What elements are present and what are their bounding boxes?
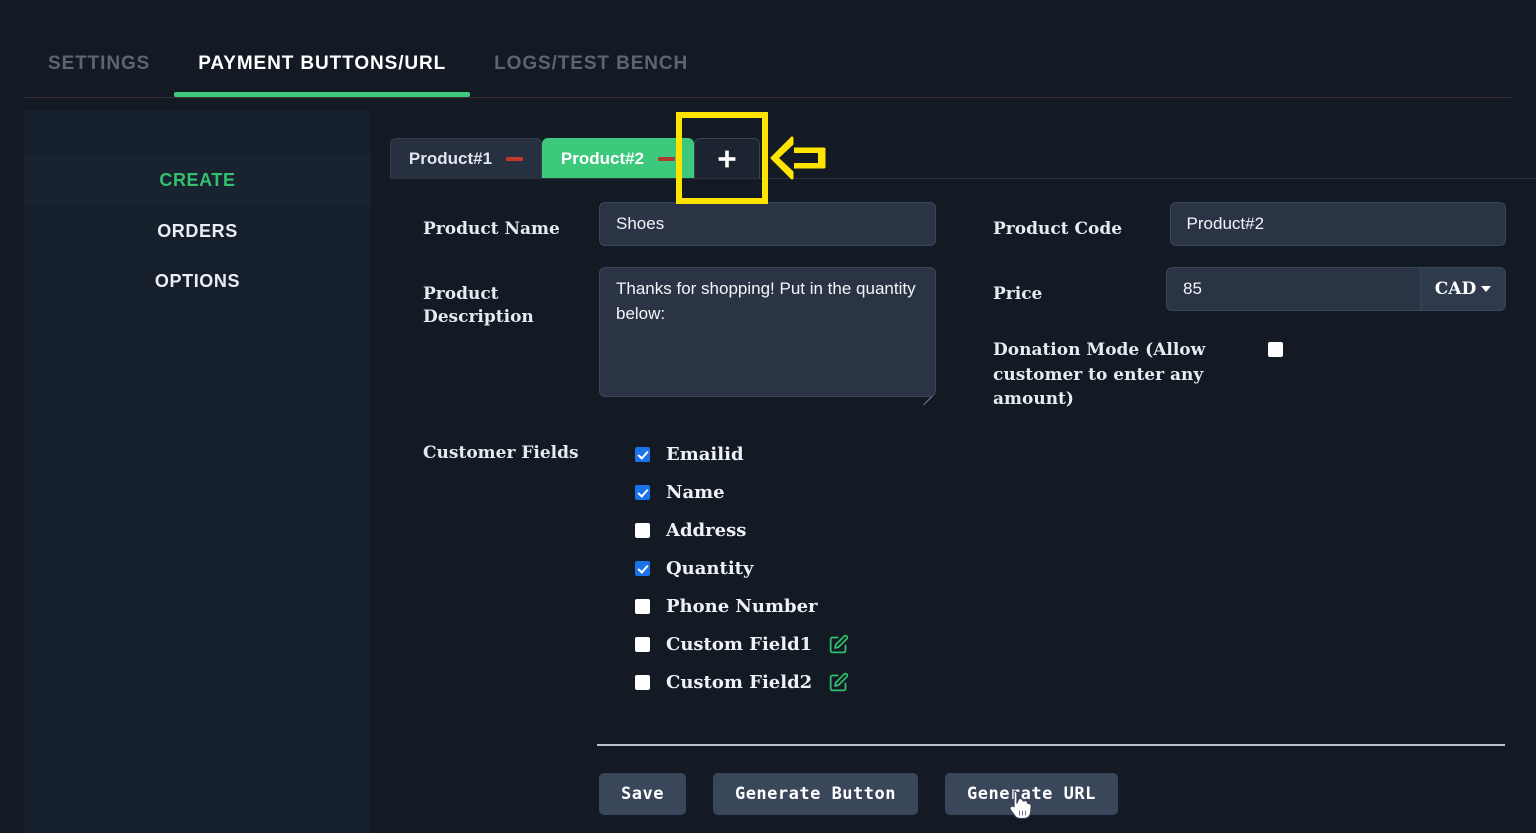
action-buttons: Save Generate Button Generate URL xyxy=(599,773,1118,815)
product-tabs: Product#1 Product#2 xyxy=(390,138,760,178)
customer-field-quantity: Quantity xyxy=(635,550,849,588)
checkbox-label[interactable]: Quantity xyxy=(666,558,753,579)
remove-product-icon[interactable] xyxy=(658,156,676,161)
donation-mode-group: Donation Mode (Allow customer to enter a… xyxy=(993,338,1506,412)
product-description-label-text: Product Description xyxy=(423,284,534,327)
product-name-group: Product Name xyxy=(371,202,946,246)
checkbox-label[interactable]: Emailid xyxy=(666,444,744,465)
checkbox-emailid[interactable] xyxy=(635,447,650,463)
form-row-description-price: Product Description Price xyxy=(371,267,1536,412)
product-tab-label: Product#1 xyxy=(408,148,493,168)
edit-pencil-icon[interactable] xyxy=(828,634,849,655)
sidebar-item-label: OPTIONS xyxy=(154,270,241,291)
checkbox-phone-number[interactable] xyxy=(635,599,650,615)
tab-settings[interactable]: SETTINGS xyxy=(24,45,174,97)
generate-button-button[interactable]: Generate Button xyxy=(712,773,918,815)
add-product-tab-button[interactable] xyxy=(694,138,760,178)
customer-fields-label-text: Customer Fields xyxy=(423,442,579,463)
price-and-donation-column: Price CAD Donation Mode (Allow customer … xyxy=(946,267,1506,412)
top-tabs: SETTINGS PAYMENT BUTTONS/URL LOGS/TEST B… xyxy=(24,45,712,97)
checkbox-label[interactable]: Name xyxy=(666,482,725,503)
checkbox-label[interactable]: Custom Field2 xyxy=(666,672,812,693)
product-tab-1[interactable]: Product#1 xyxy=(390,138,542,178)
customer-field-custom-field2: Custom Field2 xyxy=(635,664,849,702)
remove-product-icon[interactable] xyxy=(506,156,524,161)
save-button[interactable]: Save xyxy=(599,773,686,815)
checkbox-name[interactable] xyxy=(635,485,650,501)
product-code-group: Product Code xyxy=(946,202,1506,246)
checkbox-label[interactable]: Phone Number xyxy=(666,596,818,617)
customer-field-emailid: Emailid xyxy=(635,436,849,474)
product-code-label: Product Code xyxy=(993,219,1123,239)
customer-field-name: Name xyxy=(635,474,849,512)
product-name-input[interactable] xyxy=(599,202,936,246)
checkbox-label[interactable]: Custom Field1 xyxy=(666,634,812,655)
price-label: Price xyxy=(993,284,1043,304)
app-root: SETTINGS PAYMENT BUTTONS/URL LOGS/TEST B… xyxy=(0,0,1536,833)
tab-payment-buttons-url[interactable]: PAYMENT BUTTONS/URL xyxy=(174,45,471,97)
sidebar-item-create[interactable]: CREATE xyxy=(24,155,371,205)
generate-url-button[interactable]: Generate URL xyxy=(944,773,1118,815)
product-description-wrap xyxy=(599,267,936,406)
price-field: CAD xyxy=(1166,267,1506,311)
top-bar-divider xyxy=(24,97,1512,98)
donation-mode-checkbox[interactable] xyxy=(1268,342,1283,357)
customer-fields-list: Emailid Name Address Quantity Phone Numb… xyxy=(635,436,849,702)
product-description-label: Product Description xyxy=(423,267,599,402)
product-description-textarea[interactable] xyxy=(599,267,936,397)
product-form: Product Name Product Code Product Descri… xyxy=(371,202,1536,702)
checkbox-address[interactable] xyxy=(635,523,650,539)
customer-field-custom-field1: Custom Field1 xyxy=(635,626,849,664)
sidebar-item-label: CREATE xyxy=(159,169,236,190)
sidebar: CREATE ORDERS OPTIONS xyxy=(24,110,371,833)
top-tab-bar: SETTINGS PAYMENT BUTTONS/URL LOGS/TEST B… xyxy=(0,0,1536,100)
customer-fields-group: Customer Fields Emailid Name Address Qua… xyxy=(371,442,849,702)
tab-logs-test-bench[interactable]: LOGS/TEST BENCH xyxy=(470,45,712,97)
actions-divider xyxy=(597,744,1505,746)
sidebar-item-orders[interactable]: ORDERS xyxy=(24,206,371,256)
sidebar-item-label: ORDERS xyxy=(157,220,238,241)
plus-icon xyxy=(718,150,736,167)
checkbox-custom-field1[interactable] xyxy=(635,637,650,653)
checkbox-custom-field2[interactable] xyxy=(635,675,650,691)
currency-dropdown[interactable]: CAD xyxy=(1420,267,1506,311)
checkbox-quantity[interactable] xyxy=(635,561,650,577)
edit-pencil-icon[interactable] xyxy=(828,672,849,693)
product-tab-2[interactable]: Product#2 xyxy=(542,138,694,178)
currency-label: CAD xyxy=(1434,279,1477,299)
customer-fields-label: Customer Fields xyxy=(423,442,635,465)
form-row-customer-fields: Customer Fields Emailid Name Address Qua… xyxy=(371,442,1536,702)
donation-mode-label: Donation Mode (Allow customer to enter a… xyxy=(993,340,1206,410)
chevron-down-icon xyxy=(1481,286,1492,292)
price-group: Price CAD xyxy=(993,267,1506,311)
form-row-name-code: Product Name Product Code xyxy=(371,202,1536,246)
product-description-group: Product Description xyxy=(371,267,946,406)
checkbox-label[interactable]: Address xyxy=(666,520,746,541)
customer-field-phone-number: Phone Number xyxy=(635,588,849,626)
product-code-input[interactable] xyxy=(1169,202,1506,246)
price-input[interactable] xyxy=(1166,267,1420,311)
product-tab-label: Product#2 xyxy=(560,148,645,168)
product-name-label: Product Name xyxy=(423,219,560,239)
customer-field-address: Address xyxy=(635,512,849,550)
main-panel: Product#1 Product#2 Product Name Shoes P… xyxy=(371,110,1536,833)
sidebar-item-options[interactable]: OPTIONS xyxy=(24,256,371,306)
product-tabs-divider xyxy=(390,178,1536,179)
